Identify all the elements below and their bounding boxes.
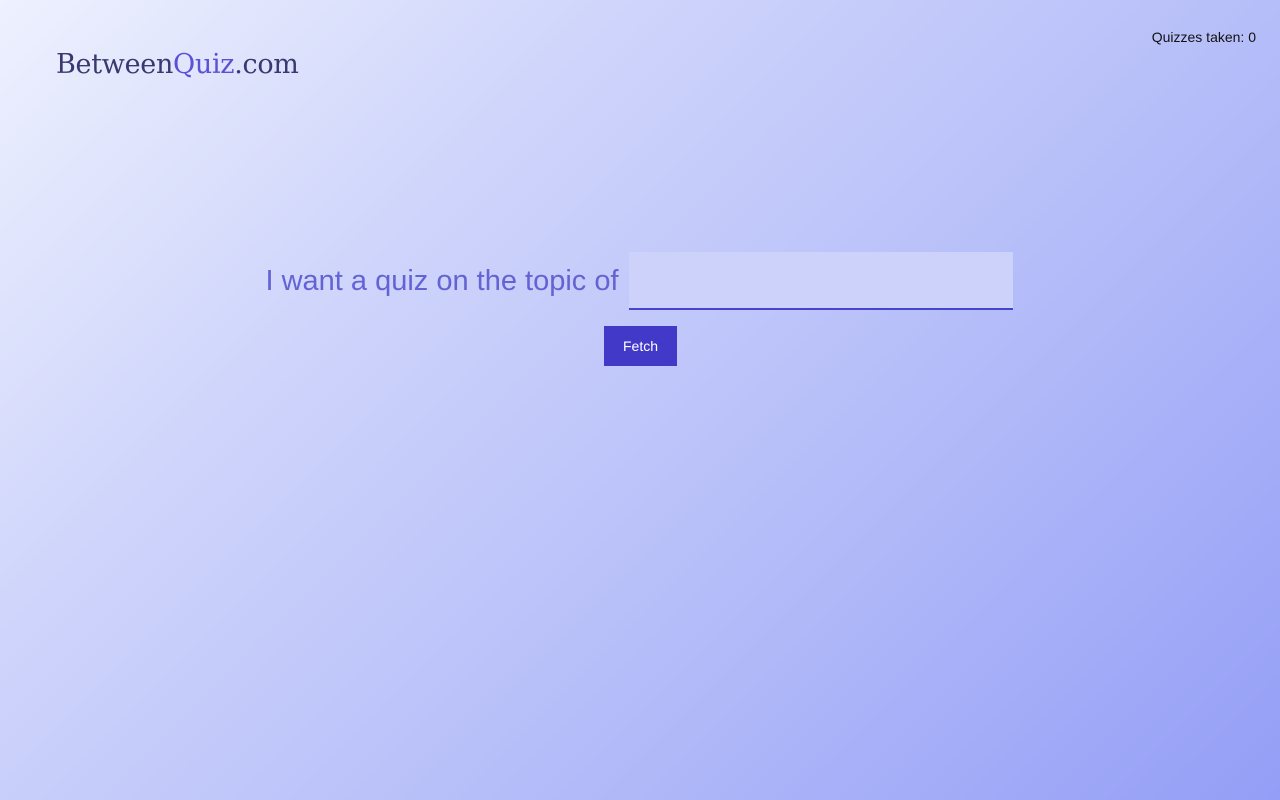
topic-input[interactable]: [628, 252, 1013, 310]
fetch-button[interactable]: Fetch: [604, 326, 677, 366]
quizzes-taken-counter: Quizzes taken: 0: [1151, 29, 1256, 45]
page: { "header": { "logo": { "part_a": "Betwe…: [0, 0, 1280, 800]
logo-text-quiz: Quiz: [173, 49, 235, 80]
topic-prompt-row: I want a quiz on the topic of: [0, 252, 1280, 310]
logo-text-domain: .com: [234, 49, 299, 80]
topic-prompt-label: I want a quiz on the topic of: [265, 264, 619, 297]
site-logo[interactable]: BetweenQuiz.com: [56, 47, 299, 83]
logo-text-between: Between: [56, 49, 174, 80]
